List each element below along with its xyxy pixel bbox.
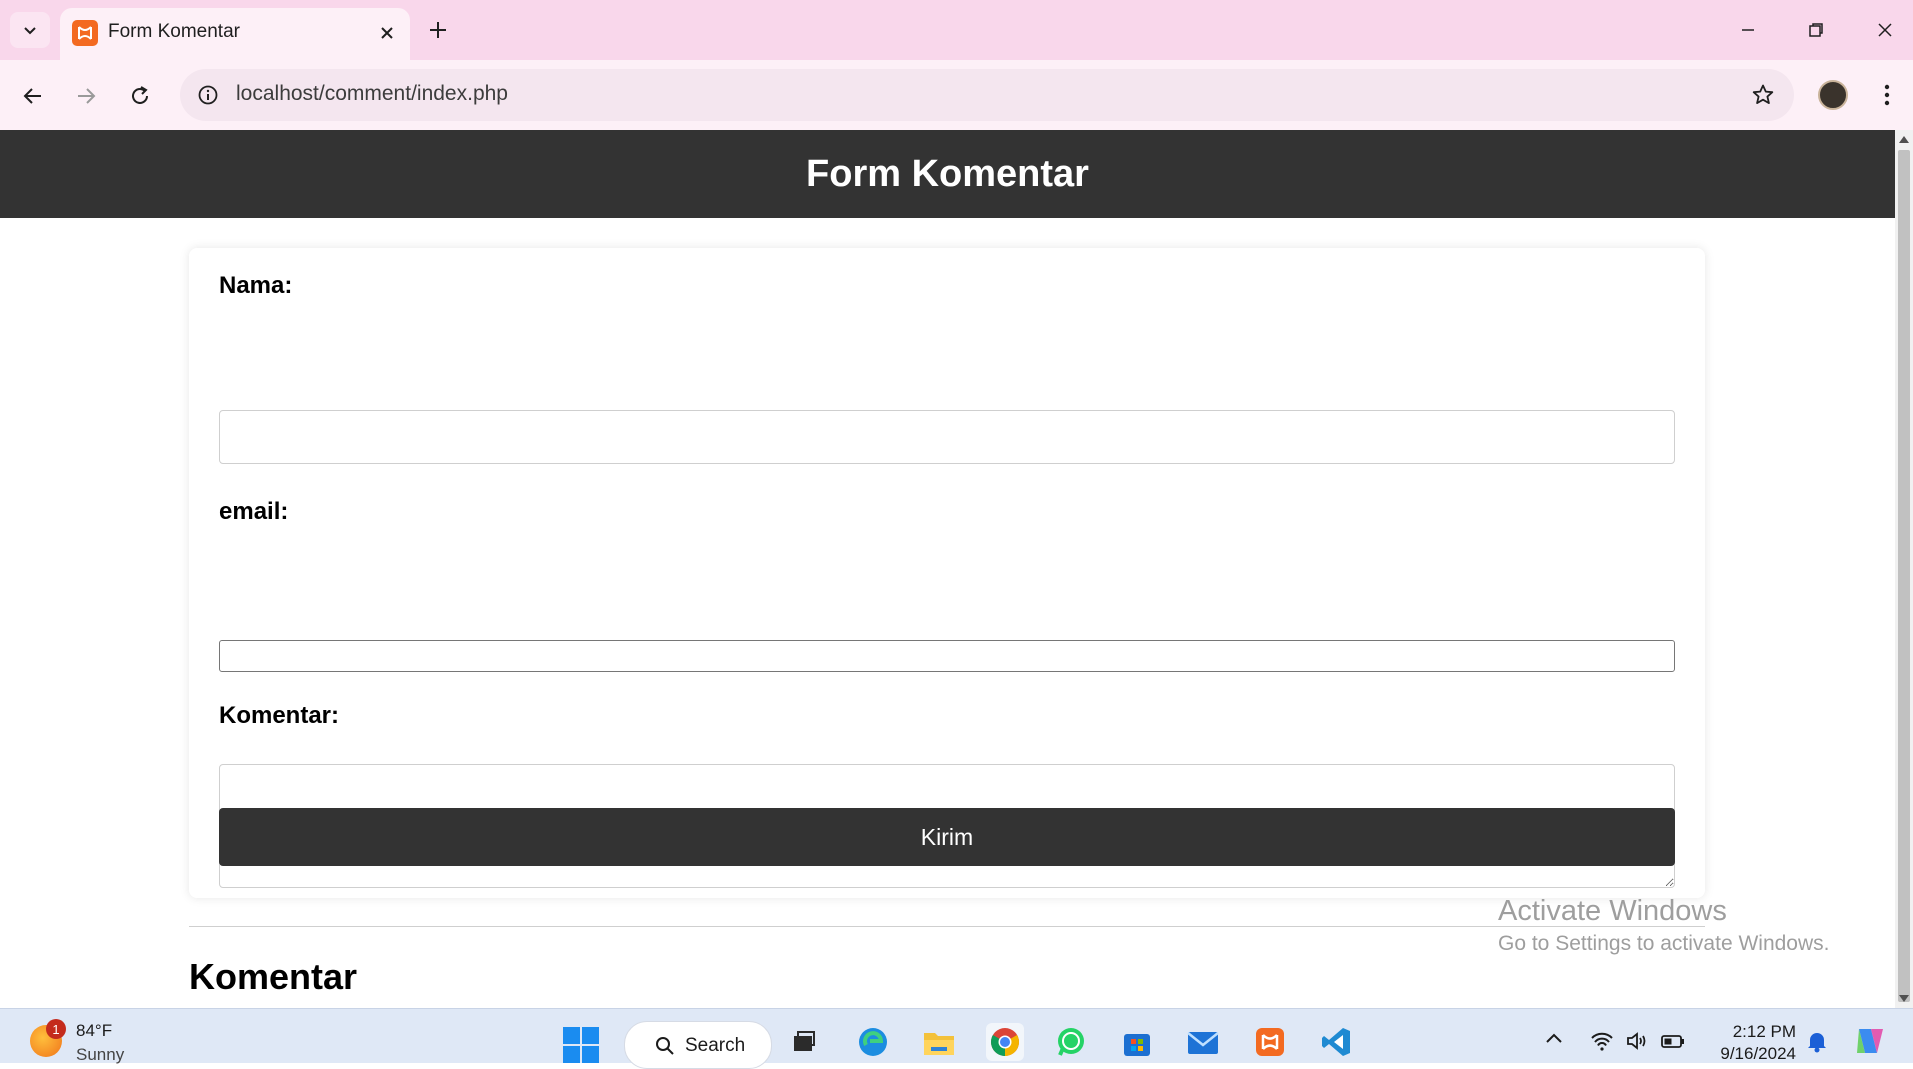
bookmark-button[interactable] — [1748, 80, 1778, 110]
reload-icon — [132, 86, 148, 104]
weather-condition[interactable]: Sunny — [76, 1045, 124, 1065]
profile-avatar[interactable] — [1818, 80, 1848, 110]
mail-icon[interactable] — [1184, 1023, 1222, 1061]
submit-button[interactable]: Kirim — [219, 808, 1675, 866]
copilot-icon[interactable] — [1853, 1025, 1889, 1057]
start-button[interactable] — [563, 1027, 599, 1063]
watermark-title: Activate Windows — [1498, 895, 1727, 927]
address-bar[interactable]: localhost/comment/index.php — [180, 69, 1794, 121]
tab-search-button[interactable] — [10, 12, 50, 48]
wifi-icon[interactable] — [1590, 1031, 1614, 1051]
close-icon — [1878, 23, 1892, 37]
more-vertical-icon — [1884, 84, 1890, 106]
restore-icon — [1809, 23, 1823, 37]
name-input[interactable] — [219, 410, 1675, 464]
watermark-subtitle: Go to Settings to activate Windows. — [1498, 932, 1830, 955]
browser-tab[interactable]: Form Komentar — [60, 8, 410, 60]
divider — [189, 926, 1705, 927]
comments-section-title: Komentar — [189, 956, 358, 997]
task-view-icon[interactable] — [785, 1023, 823, 1061]
browser-menu-button[interactable] — [1872, 78, 1902, 112]
page-title: Form Komentar — [806, 152, 1089, 195]
tab-close-button[interactable] — [372, 18, 402, 48]
taskbar: 1 84°F Sunny Search 2:12 PM 9/16/2024 — [0, 1008, 1913, 1069]
close-icon — [381, 27, 393, 39]
arrow-right-icon — [78, 88, 96, 104]
chevron-down-icon — [24, 27, 36, 35]
show-hidden-icons-chevron-icon[interactable] — [1545, 1031, 1563, 1045]
arrow-left-icon — [23, 88, 41, 104]
scroll-up-arrow-icon[interactable] — [1899, 136, 1909, 143]
windows-logo-icon — [563, 1027, 580, 1044]
clock-time: 2:12 PM — [1732, 1022, 1796, 1041]
vertical-scrollbar[interactable] — [1895, 130, 1913, 1008]
minimize-icon — [1742, 29, 1754, 31]
forward-button[interactable] — [66, 76, 106, 116]
weather-notification-badge: 1 — [46, 1019, 66, 1039]
tab-strip: Form Komentar — [0, 0, 1913, 60]
whatsapp-icon[interactable] — [1052, 1023, 1090, 1061]
system-clock[interactable]: 2:12 PM 9/16/2024 — [1710, 1021, 1796, 1065]
file-explorer-icon[interactable] — [920, 1023, 958, 1061]
search-label: Search — [685, 1035, 746, 1056]
scrollbar-thumb[interactable] — [1898, 150, 1910, 1002]
minimize-button[interactable] — [1723, 8, 1773, 52]
notification-bell-icon[interactable] — [1806, 1029, 1828, 1053]
battery-icon[interactable] — [1660, 1031, 1686, 1051]
plus-icon — [430, 22, 446, 38]
search-icon — [656, 1037, 674, 1055]
vs-code-icon[interactable] — [1317, 1023, 1355, 1061]
close-window-button[interactable] — [1860, 8, 1910, 52]
browser-toolbar: localhost/comment/index.php — [0, 60, 1913, 130]
site-info-button[interactable] — [192, 79, 224, 111]
tab-title: Form Komentar — [108, 21, 240, 42]
weather-temperature[interactable]: 84°F — [76, 1021, 112, 1041]
url-text[interactable]: localhost/comment/index.php — [236, 82, 508, 106]
page-viewport: Form Komentar Nama: email: Komentar: Kir… — [0, 130, 1895, 1008]
chrome-icon[interactable] — [986, 1023, 1024, 1061]
xampp-favicon-icon — [72, 20, 98, 46]
reload-button[interactable] — [120, 76, 160, 116]
email-input[interactable] — [219, 640, 1675, 672]
microsoft-store-icon[interactable] — [1118, 1023, 1156, 1061]
xampp-icon[interactable] — [1251, 1023, 1289, 1061]
email-label: email: — [219, 498, 289, 525]
star-icon — [1752, 84, 1774, 104]
page-header: Form Komentar — [0, 130, 1895, 218]
restore-button[interactable] — [1791, 8, 1841, 52]
scroll-down-arrow-icon[interactable] — [1899, 995, 1909, 1002]
comment-label: Komentar: — [219, 702, 340, 729]
volume-icon[interactable] — [1625, 1031, 1649, 1051]
comment-form: Nama: email: Komentar: Kirim — [189, 248, 1705, 898]
back-button[interactable] — [13, 76, 53, 116]
name-label: Nama: — [219, 272, 293, 299]
activate-windows-watermark: Activate Windows Go to Settings to activ… — [1498, 895, 1888, 956]
info-icon — [198, 85, 218, 105]
edge-icon[interactable] — [854, 1023, 892, 1061]
new-tab-button[interactable] — [420, 12, 456, 48]
